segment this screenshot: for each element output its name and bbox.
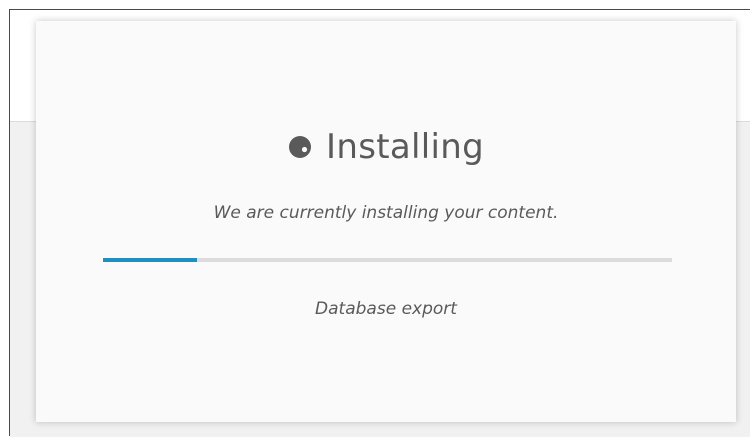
progress-bar-fill [103,258,197,262]
spinner-icon [288,135,312,159]
dialog-title: Installing [326,127,484,167]
install-dialog: Installing We are currently installing y… [36,21,736,422]
dialog-header: Installing [36,123,736,171]
progress-bar [103,258,672,262]
current-step-label: Database export [315,299,457,319]
status-message: We are currently installing your content… [213,203,559,223]
